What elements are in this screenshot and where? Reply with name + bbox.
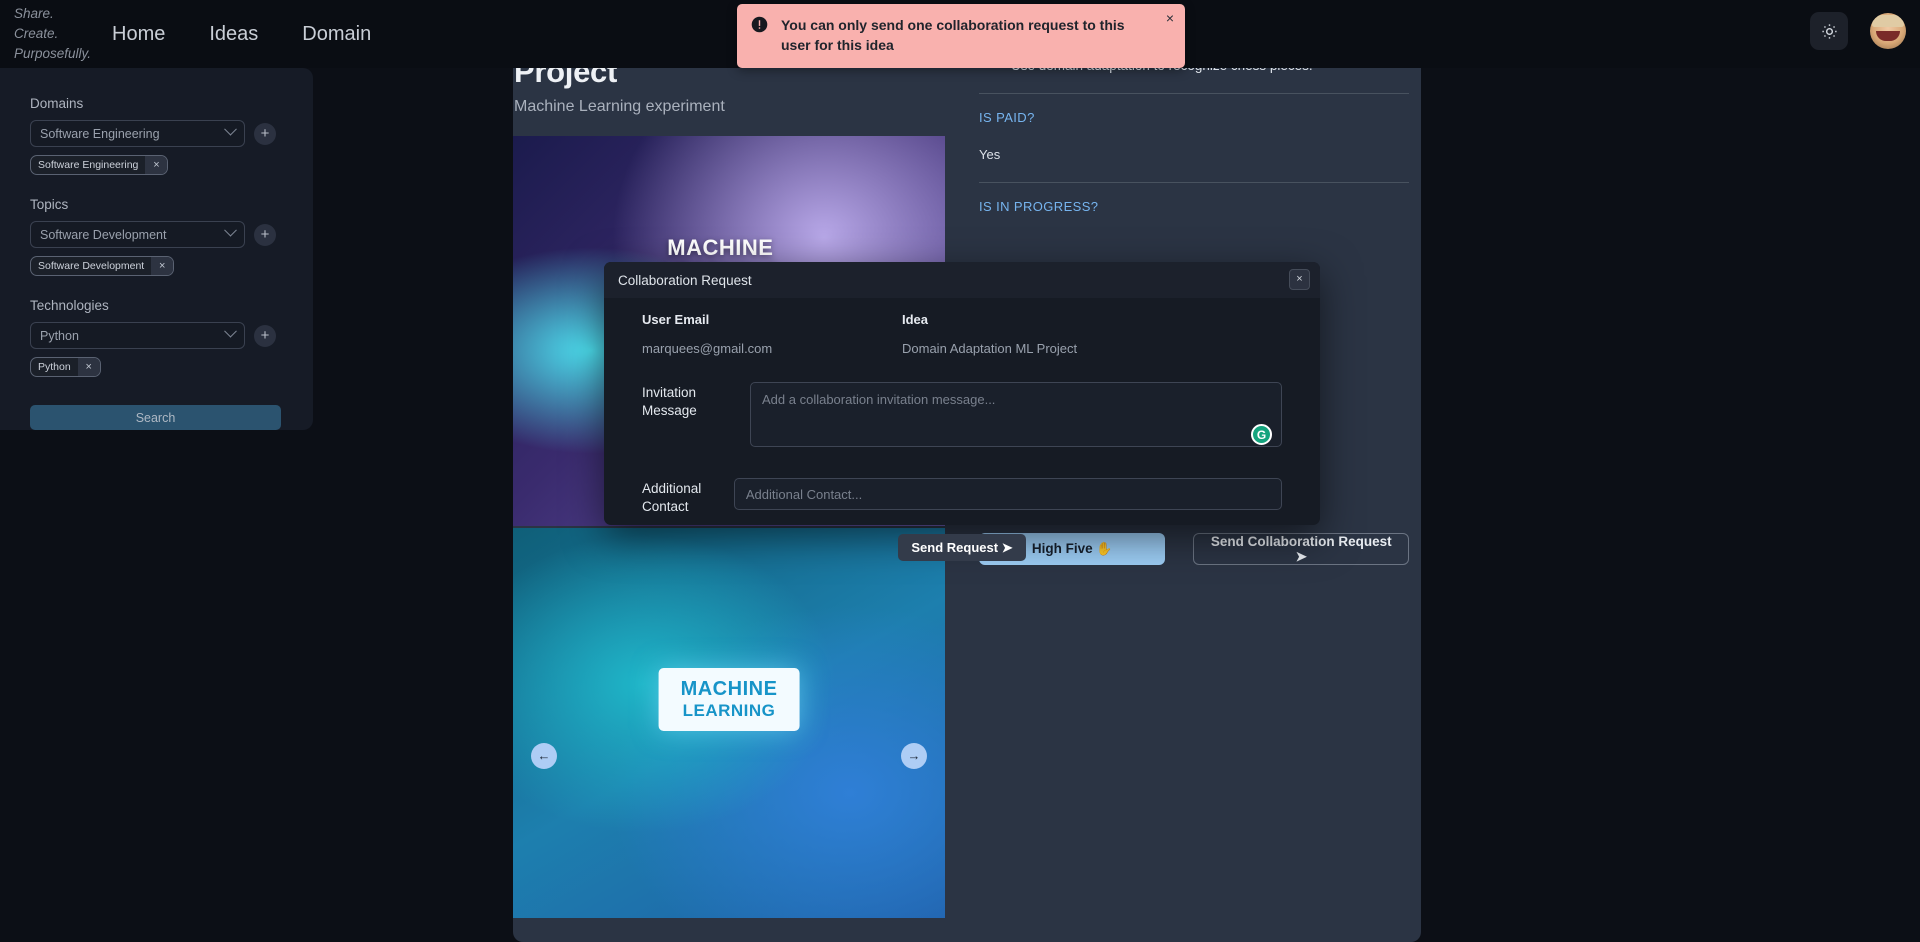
filter-group-technologies: Technologies Python + Python × — [30, 298, 283, 377]
is-paid-label: IS PAID? — [979, 110, 1035, 125]
is-paid-value: Yes — [979, 147, 1001, 162]
technologies-label: Technologies — [30, 298, 109, 313]
carousel-next-button[interactable]: → — [901, 742, 927, 769]
app-root: Share. Create. Purposefully. Home Ideas … — [0, 0, 1920, 942]
technology-chip: Python × — [30, 357, 101, 377]
idea-image-2-caption-line2: LEARNING — [682, 701, 776, 721]
logo-line-3: Purposefully. — [14, 46, 92, 61]
avatar[interactable] — [1870, 13, 1906, 49]
remove-domain-chip-button[interactable]: × — [145, 156, 168, 174]
invitation-message-label: Invitation Message — [642, 385, 697, 419]
domains-select[interactable]: Software Engineering — [30, 120, 245, 147]
technologies-select[interactable]: Python — [30, 322, 245, 349]
theme-toggle-button[interactable] — [1810, 12, 1848, 50]
topics-select[interactable]: Software Development — [30, 221, 245, 248]
error-toast-message: You can only send one collaboration requ… — [781, 17, 1125, 54]
modal-title: Collaboration Request — [618, 272, 752, 288]
additional-contact-label: Additional Contact — [642, 481, 702, 515]
sun-icon — [1821, 23, 1837, 39]
invitation-message-row: Invitation Message G — [642, 382, 1282, 452]
header-actions — [1810, 12, 1906, 50]
close-modal-button[interactable]: × — [1289, 269, 1310, 290]
add-topic-button[interactable]: + — [254, 223, 276, 246]
modal-header: Collaboration Request × — [604, 262, 1320, 298]
remove-technology-chip-button[interactable]: × — [77, 358, 100, 376]
filter-group-topics: Topics Software Development + Software D… — [30, 197, 283, 276]
domains-label: Domains — [30, 96, 84, 111]
topics-label: Topics — [30, 197, 69, 212]
user-email-label: User Email — [642, 312, 710, 327]
filter-group-domains: Domains Software Engineering + Software … — [30, 96, 283, 175]
nav-item-home[interactable]: Home — [112, 23, 165, 46]
filter-sidebar: Domains Software Engineering + Software … — [0, 68, 313, 430]
alert-circle-icon — [751, 16, 768, 33]
nav-item-domain[interactable]: Domain — [302, 23, 371, 46]
domain-chip: Software Engineering × — [30, 155, 169, 175]
error-toast: You can only send one collaboration requ… — [737, 4, 1185, 68]
search-button[interactable]: Search — [30, 405, 281, 430]
logo-line-1: Share. — [14, 6, 54, 21]
idea-label: Idea — [902, 312, 929, 327]
remove-topic-chip-button[interactable]: × — [151, 257, 174, 275]
main-nav: Home Ideas Domain — [112, 23, 371, 46]
collaboration-request-modal: Collaboration Request × User Email marqu… — [604, 262, 1320, 562]
carousel-prev-button[interactable]: ← — [531, 742, 557, 769]
additional-contact-row: Additional Contact — [642, 478, 1282, 516]
send-request-button[interactable]: Send Request ➤ — [898, 534, 1026, 562]
brand-logo[interactable]: Share. Create. Purposefully. — [14, 4, 91, 64]
user-email-value: marquees@gmail.com — [642, 341, 773, 356]
nav-item-ideas[interactable]: Ideas — [209, 23, 258, 46]
divider — [979, 93, 1409, 94]
topic-chip: Software Development × — [30, 256, 175, 276]
close-toast-button[interactable]: × — [1166, 11, 1174, 25]
divider — [979, 182, 1409, 183]
idea-value: Domain Adaptation ML Project — [902, 341, 1078, 356]
send-plane-icon: ➤ — [1001, 539, 1013, 555]
domain-chip-label: Software Engineering — [38, 159, 139, 171]
add-technology-button[interactable]: + — [254, 324, 276, 347]
additional-contact-input[interactable] — [733, 478, 1282, 510]
topic-chip-label: Software Development — [38, 260, 145, 272]
is-in-progress-value — [979, 236, 1409, 251]
domains-select-value: Software Engineering — [40, 126, 160, 141]
idea-image-2-caption: MACHINE LEARNING — [658, 668, 800, 732]
topics-select-value: Software Development — [40, 227, 167, 242]
modal-info-row: User Email marquees@gmail.com Idea Domai… — [642, 312, 1282, 356]
user-email-block: User Email marquees@gmail.com — [642, 312, 902, 356]
idea-block: Idea Domain Adaptation ML Project — [902, 312, 1162, 356]
add-domain-button[interactable]: + — [254, 122, 276, 145]
page-subtitle: Machine Learning experiment — [514, 97, 725, 115]
is-in-progress-label: IS IN PROGRESS? — [979, 199, 1099, 214]
chevron-down-icon — [224, 223, 237, 237]
send-request-label: Send Request — [911, 539, 999, 555]
idea-image-2: MACHINE LEARNING — [513, 527, 945, 918]
chevron-down-icon — [224, 324, 237, 338]
chevron-down-icon — [224, 122, 237, 136]
technologies-select-value: Python — [40, 328, 79, 343]
grammarly-badge-icon[interactable]: G — [1251, 424, 1272, 445]
invitation-message-input[interactable] — [750, 382, 1282, 447]
logo-line-2: Create. — [14, 26, 59, 41]
modal-body: User Email marquees@gmail.com Idea Domai… — [604, 298, 1320, 562]
technology-chip-label: Python — [38, 361, 71, 373]
idea-image-2-caption-line1: MACHINE — [680, 678, 778, 701]
